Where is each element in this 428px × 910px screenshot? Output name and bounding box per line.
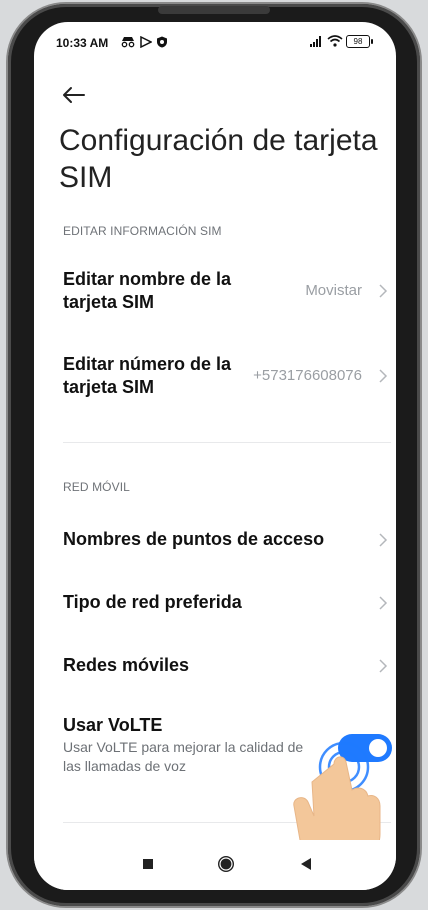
shield-icon bbox=[157, 36, 167, 48]
chevron-right-icon bbox=[379, 596, 388, 610]
home-circle-icon[interactable] bbox=[216, 854, 236, 874]
edit-sim-name-row[interactable]: Editar nombre de la tarjeta SIM Movistar bbox=[34, 262, 396, 332]
row-value: +573176608076 bbox=[253, 367, 362, 384]
volte-label: Usar VoLTE bbox=[63, 715, 163, 735]
row-label: Tipo de red preferida bbox=[63, 592, 242, 612]
row-label: Nombres de puntos de acceso bbox=[63, 529, 325, 549]
divider bbox=[63, 442, 391, 443]
row-label: Editar número de la tarjeta SIM bbox=[63, 354, 232, 397]
chevron-right-icon bbox=[379, 659, 388, 673]
recent-apps-square-icon[interactable] bbox=[142, 858, 154, 870]
status-time: 10:33 AM bbox=[56, 36, 109, 50]
row-value: Movistar bbox=[305, 282, 362, 299]
chevron-right-icon bbox=[379, 369, 388, 383]
screen: 10:33 AM 98 Configuración de tarjeta SIM… bbox=[34, 22, 396, 890]
access-point-names-row[interactable]: Nombres de puntos de acceso bbox=[34, 522, 396, 558]
row-label: Editar nombre de la tarjeta SIM bbox=[63, 269, 232, 312]
section-header-mobile-network: RED MÓVIL bbox=[63, 480, 130, 494]
row-label: Redes móviles bbox=[63, 655, 190, 675]
play-store-icon bbox=[140, 36, 152, 48]
wifi-icon bbox=[327, 35, 343, 47]
incognito-icon bbox=[121, 37, 135, 48]
status-bar: 10:33 AM 98 bbox=[34, 22, 396, 66]
mobile-networks-row[interactable]: Redes móviles bbox=[34, 648, 396, 684]
battery-indicator: 98 bbox=[346, 35, 373, 48]
page-title: Configuración de tarjeta SIM bbox=[59, 124, 378, 194]
edit-sim-number-row[interactable]: Editar número de la tarjeta SIM +5731766… bbox=[34, 347, 396, 417]
back-triangle-icon[interactable] bbox=[299, 857, 313, 871]
signal-icon bbox=[310, 36, 321, 47]
section-header-sim-info: EDITAR INFORMACIÓN SIM bbox=[63, 224, 222, 238]
preferred-network-type-row[interactable]: Tipo de red preferida bbox=[34, 585, 396, 621]
chevron-right-icon bbox=[379, 284, 388, 298]
chevron-right-icon bbox=[379, 533, 388, 547]
navigation-bar bbox=[34, 840, 396, 890]
back-arrow-icon[interactable] bbox=[60, 80, 90, 110]
